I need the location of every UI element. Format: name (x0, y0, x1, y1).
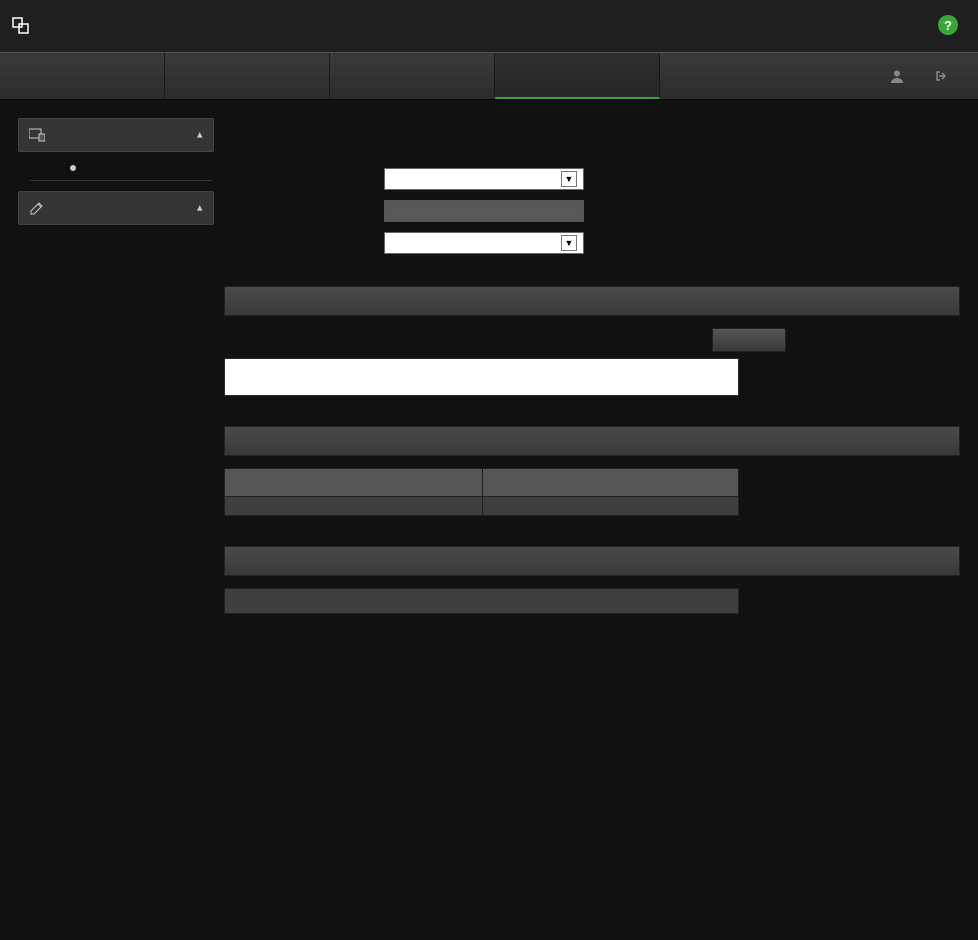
select-alarm-input-no[interactable]: ▼ (384, 168, 584, 190)
content-area: ▼ ▼ (214, 100, 978, 614)
sidebar-group-local-config[interactable]: ▾ (18, 118, 214, 152)
alarm-input-form: ▼ ▼ (224, 148, 960, 274)
section-copy-to-alarm (224, 546, 960, 576)
chevron-up-icon: ▾ (197, 202, 203, 215)
sidebar-group-configuration[interactable]: ▾ (18, 191, 214, 225)
main-nav (0, 52, 978, 100)
nav-tab-log[interactable] (330, 53, 495, 99)
dropdown-arrow-icon: ▼ (561, 235, 577, 251)
chevron-up-icon: ▾ (197, 129, 203, 142)
help-icon[interactable]: ? (938, 15, 958, 35)
linkage-header-normal (225, 469, 482, 497)
linkage-table (224, 468, 739, 516)
edit-button[interactable] (712, 328, 786, 352)
copy-to-alarm-box (224, 588, 739, 614)
section-linkage-method (224, 426, 960, 456)
bullet-icon (70, 165, 76, 171)
select-alarm-type[interactable]: ▼ (384, 232, 584, 254)
nav-tab-configuration[interactable] (495, 53, 660, 99)
nav-tab-live-view[interactable] (0, 53, 165, 99)
logout-icon (934, 69, 948, 83)
nav-user-area (890, 53, 978, 99)
logo-icon (12, 17, 30, 35)
sidebar: ▾ ▾ (0, 100, 214, 235)
sidebar-item-local-configuration[interactable] (30, 156, 212, 181)
linkage-header-other (482, 469, 739, 497)
nav-tab-playback[interactable] (165, 53, 330, 99)
input-alarm-name[interactable] (384, 200, 584, 222)
header-bar: ? (0, 0, 978, 52)
user-icon (890, 69, 904, 83)
subtab-bar (224, 118, 960, 148)
section-arming-schedule (224, 286, 960, 316)
arming-schedule-grid[interactable] (224, 358, 739, 396)
dropdown-arrow-icon: ▼ (561, 171, 577, 187)
